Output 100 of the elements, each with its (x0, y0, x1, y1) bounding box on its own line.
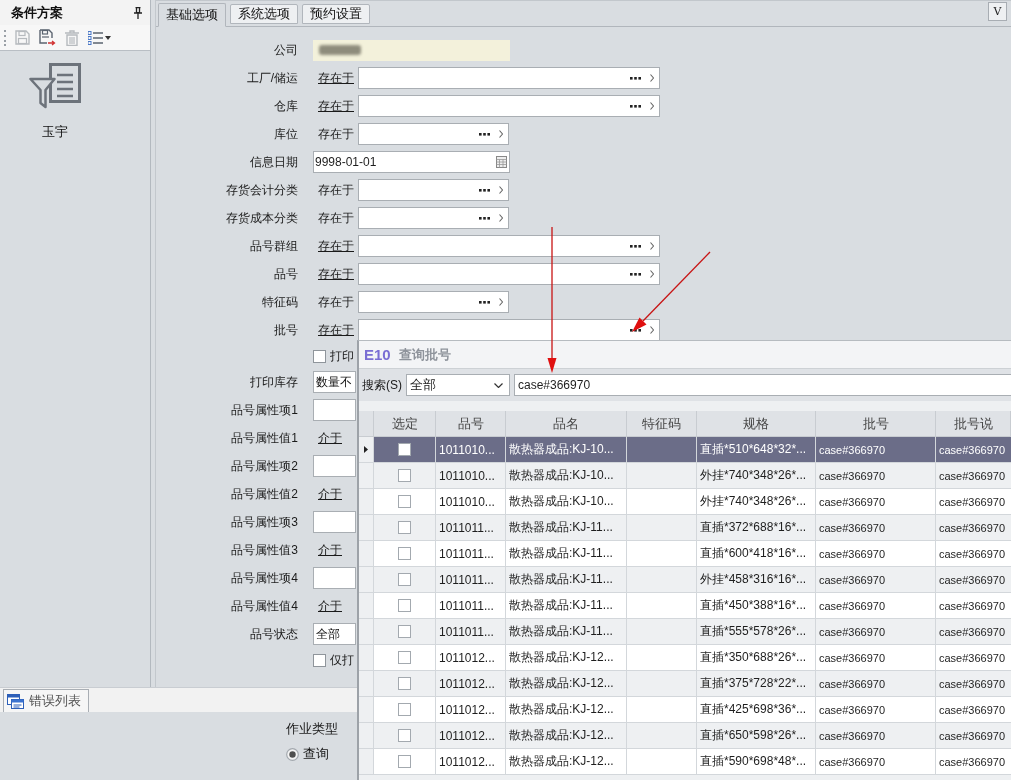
ellipsis-icon[interactable] (479, 300, 490, 304)
table-row[interactable]: 1011010... 散热器成品:KJ-10... 外挂*740*348*26*... case#366970 case#366970 (359, 489, 1011, 515)
checkbox[interactable] (313, 349, 326, 363)
ellipsis-icon[interactable] (630, 328, 641, 332)
row-checkbox[interactable] (398, 625, 411, 638)
lookup-field[interactable] (358, 95, 660, 117)
table-row[interactable]: 1011011... 散热器成品:KJ-11... 直插*372*688*16*... case#366970 case#366970 (359, 515, 1011, 541)
tab[interactable]: 系统选项 (230, 4, 298, 24)
ellipsis-icon[interactable] (479, 216, 490, 220)
operator-link[interactable]: 介于 (313, 485, 358, 503)
search-field[interactable]: case#366970 (514, 374, 1011, 396)
chevron-right-icon[interactable] (499, 214, 503, 222)
radio-label[interactable]: 查询 (303, 745, 329, 763)
lookup-field[interactable] (358, 319, 660, 341)
lookup-field[interactable] (358, 207, 509, 229)
table-row[interactable]: 1011012... 散热器成品:KJ-12... 直插*375*728*22*... case#366970 case#366970 (359, 671, 1011, 697)
lookup-field[interactable] (358, 291, 509, 313)
lookup-field[interactable] (358, 67, 660, 89)
row-checkbox[interactable] (398, 573, 411, 586)
chevron-right-icon[interactable] (499, 298, 503, 306)
list-icon[interactable] (88, 30, 103, 45)
operator-link[interactable]: 存在于 (313, 97, 358, 115)
caret-icon[interactable] (105, 35, 111, 40)
input-field[interactable] (313, 511, 356, 533)
operator-link[interactable]: 存在于 (313, 181, 358, 199)
ellipsis-icon[interactable] (630, 76, 641, 80)
chevron-down-icon[interactable] (494, 382, 503, 388)
row-checkbox[interactable] (398, 729, 411, 742)
row-checkbox[interactable] (398, 495, 411, 508)
operator-link[interactable]: 存在于 (313, 293, 358, 311)
checkbox-label[interactable]: 仅打 (330, 651, 354, 669)
chevron-right-icon[interactable] (650, 270, 654, 278)
column-header[interactable]: 品号 (436, 411, 506, 436)
chevron-right-icon[interactable] (650, 326, 654, 334)
ellipsis-icon[interactable] (630, 244, 641, 248)
lookup-field[interactable] (358, 179, 509, 201)
table-row[interactable]: 1011012... 散热器成品:KJ-12... 直插*590*698*48*... case#366970 case#366970 (359, 749, 1011, 775)
operator-link[interactable]: 介于 (313, 597, 358, 615)
table-row[interactable]: 1011011... 散热器成品:KJ-11... 直插*450*388*16*... case#366970 case#366970 (359, 593, 1011, 619)
table-row[interactable]: 1011012... 散热器成品:KJ-12... 直插*425*698*36*... case#366970 case#366970 (359, 697, 1011, 723)
chevron-right-icon[interactable] (650, 242, 654, 250)
row-checkbox[interactable] (398, 703, 411, 716)
chevron-right-icon[interactable] (499, 130, 503, 138)
row-checkbox[interactable] (398, 469, 411, 482)
chevron-right-icon[interactable] (499, 186, 503, 194)
operator-link[interactable]: 存在于 (313, 237, 358, 255)
tab[interactable]: 预约设置 (302, 4, 370, 24)
operator-link[interactable]: 存在于 (313, 321, 358, 339)
lookup-field[interactable] (358, 263, 660, 285)
operator-link[interactable]: 存在于 (313, 69, 358, 87)
column-header[interactable]: 批号说 (936, 411, 1011, 436)
chevron-right-icon[interactable] (650, 74, 654, 82)
table-row[interactable]: 1011010... 散热器成品:KJ-10... 直插*510*648*32*... case#366970 case#366970 (359, 437, 1011, 463)
filter-list-icon[interactable] (29, 63, 81, 109)
scheme-name[interactable]: 玉宇 (42, 123, 68, 141)
column-header[interactable]: 选定 (374, 411, 436, 436)
ellipsis-icon[interactable] (630, 272, 641, 276)
lookup-field[interactable] (358, 235, 660, 257)
input-field[interactable] (313, 455, 356, 477)
select-field[interactable]: 数量不 (313, 371, 356, 393)
operator-link[interactable]: 存在于 (313, 265, 358, 283)
pin-icon[interactable] (134, 6, 142, 19)
input-field[interactable] (313, 567, 356, 589)
column-header[interactable]: 品名 (506, 411, 627, 436)
row-checkbox[interactable] (398, 651, 411, 664)
row-checkbox[interactable] (398, 521, 411, 534)
lookup-field[interactable] (358, 123, 509, 145)
column-header[interactable]: 规格 (697, 411, 816, 436)
ellipsis-icon[interactable] (479, 188, 490, 192)
input-field[interactable] (313, 399, 356, 421)
row-checkbox[interactable] (398, 443, 411, 456)
row-checkbox[interactable] (398, 547, 411, 560)
chevron-right-icon[interactable] (650, 102, 654, 110)
table-row[interactable]: 1011011... 散热器成品:KJ-11... 直插*600*418*16*... case#366970 case#366970 (359, 541, 1011, 567)
operator-link[interactable]: 存在于 (313, 125, 358, 143)
corner-button[interactable]: V (988, 2, 1007, 21)
company-field[interactable] (313, 39, 510, 61)
radio-button[interactable] (286, 747, 299, 761)
ellipsis-icon[interactable] (479, 132, 490, 136)
row-checkbox[interactable] (398, 677, 411, 690)
checkbox-label[interactable]: 打印 (330, 347, 354, 365)
column-header[interactable]: 批号 (816, 411, 936, 436)
table-row[interactable]: 1011012... 散热器成品:KJ-12... 直插*650*598*26*... case#366970 case#366970 (359, 723, 1011, 749)
row-checkbox[interactable] (398, 599, 411, 612)
ellipsis-icon[interactable] (630, 104, 641, 108)
tab[interactable]: 基础选项 (158, 3, 226, 27)
operator-link[interactable]: 介于 (313, 429, 358, 447)
row-checkbox[interactable] (398, 755, 411, 768)
column-header[interactable]: 特征码 (627, 411, 697, 436)
select-field[interactable]: 全部 (313, 623, 356, 645)
table-row[interactable]: 1011011... 散热器成品:KJ-11... 外挂*458*316*16*... case#366970 case#366970 (359, 567, 1011, 593)
panel-tab[interactable]: 错误列表 (3, 689, 89, 712)
operator-link[interactable]: 存在于 (313, 209, 358, 227)
calendar-icon[interactable] (496, 156, 507, 168)
table-row[interactable]: 1011011... 散热器成品:KJ-11... 直插*555*578*26*... case#366970 case#366970 (359, 619, 1011, 645)
save-as-icon[interactable] (39, 29, 56, 46)
scope-select[interactable]: 全部 (406, 374, 510, 396)
table-row[interactable]: 1011012... 散热器成品:KJ-12... 直插*350*688*26*... case#366970 case#366970 (359, 645, 1011, 671)
operator-link[interactable]: 介于 (313, 541, 358, 559)
checkbox[interactable] (313, 653, 326, 667)
